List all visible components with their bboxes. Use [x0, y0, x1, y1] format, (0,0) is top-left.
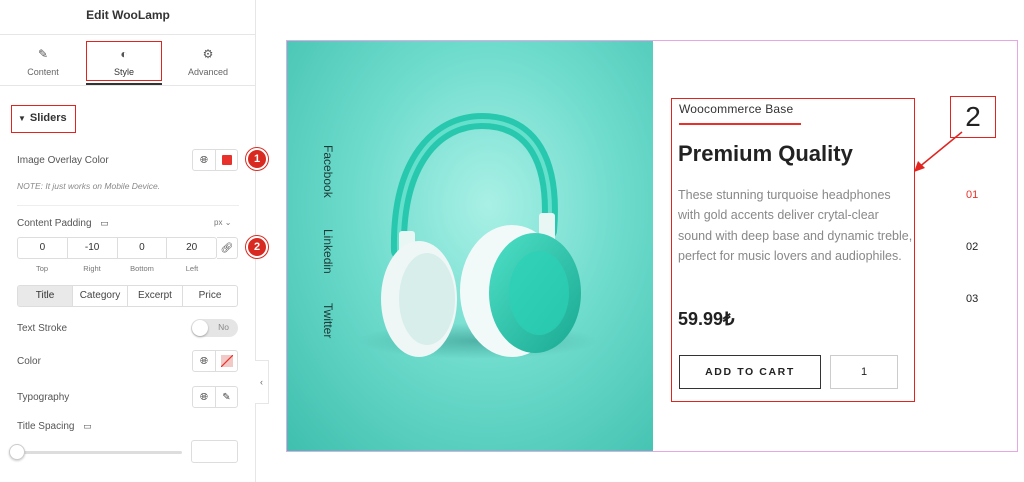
pager-item-03[interactable]: 03 [966, 293, 978, 305]
toggle-text: No [218, 322, 229, 332]
segment-price[interactable]: Price [182, 286, 237, 306]
tab-content[interactable]: ✎ Content [3, 35, 83, 85]
edit-pencil-icon[interactable]: ✎ [215, 387, 237, 407]
title-spacing-input[interactable] [191, 440, 238, 463]
pencil-icon: ✎ [37, 47, 49, 61]
facebook-link[interactable]: Facebook [321, 145, 335, 198]
padding-top-label: Top [35, 264, 49, 273]
headphones-illustration [357, 112, 597, 359]
padding-right-label: Right [83, 264, 101, 273]
chevron-left-icon: ‹ [260, 377, 263, 387]
divider [17, 205, 239, 206]
padding-left-input[interactable]: 20 [166, 238, 216, 258]
tab-advanced-label: Advanced [187, 67, 229, 77]
no-color-icon [220, 355, 233, 367]
color-control: 🌐︎ [192, 350, 238, 372]
title-spacing-slider-track[interactable] [17, 451, 182, 454]
tab-content-label: Content [27, 67, 59, 77]
product-image: Facebook Linkedin Twitter [287, 41, 653, 451]
preview-canvas: Facebook Linkedin Twitter Woocommerce Ba… [286, 40, 1018, 452]
tab-advanced[interactable]: ⚙ Advanced [168, 35, 248, 85]
link-icon: 🔗︎ [220, 242, 234, 254]
padding-labels: Top Right Bottom Left [17, 264, 217, 273]
sliders-highlight [11, 105, 76, 133]
padding-inputs: 0 -10 0 20 [17, 237, 217, 259]
annotation-badge-2: 2 [246, 236, 268, 258]
padding-bottom-input[interactable]: 0 [116, 238, 167, 258]
title-spacing-slider-handle[interactable] [9, 444, 25, 460]
padding-right-input[interactable]: -10 [66, 238, 117, 258]
panel-title: Edit WooLamp [86, 8, 170, 22]
text-stroke-label: Text Stroke [17, 323, 68, 334]
editor-panel: Edit WooLamp ✎ Content ◐ Style ⚙ Advance… [0, 0, 268, 482]
overlay-color-swatch[interactable] [215, 150, 237, 170]
annotation-arrow [914, 131, 963, 172]
title-spacing-text: Title Spacing [17, 421, 75, 432]
globe-icon[interactable]: 🌐︎ [193, 150, 215, 170]
collapse-panel-button[interactable]: ‹ [255, 360, 269, 404]
mobile-note: NOTE: It just works on Mobile Device. [17, 181, 161, 191]
padding-unit-select[interactable]: px ⌄ [214, 218, 231, 227]
element-selector: Title Category Excerpt Price [17, 285, 238, 307]
active-tab-indicator [86, 83, 162, 85]
padding-bottom-label: Bottom [130, 264, 154, 273]
padding-top-input[interactable]: 0 [18, 238, 67, 258]
typography-label: Typography [17, 392, 70, 403]
gear-icon: ⚙ [202, 47, 214, 61]
content-padding-label: Content Padding ▭ [17, 218, 109, 229]
text-stroke-toggle[interactable]: No [191, 319, 238, 337]
link-values-button[interactable]: 🔗︎ [217, 237, 238, 259]
chevron-down-icon: ⌄ [224, 218, 232, 227]
desktop-icon[interactable]: ▭ [83, 421, 92, 431]
toggle-knob [192, 320, 208, 336]
content-annotation-box [671, 98, 915, 402]
segment-excerpt[interactable]: Excerpt [127, 286, 182, 306]
title-spacing-label: Title Spacing ▭ [17, 421, 92, 432]
content-padding-text: Content Padding [17, 218, 92, 229]
no-color-swatch[interactable] [215, 351, 237, 371]
segment-title[interactable]: Title [18, 286, 72, 306]
overlay-color-control: 🌐︎ [192, 149, 238, 171]
pager-item-01[interactable]: 01 [966, 189, 978, 201]
image-overlay-label: Image Overlay Color [17, 155, 109, 166]
linkedin-link[interactable]: Linkedin [321, 229, 335, 274]
desktop-icon[interactable]: ▭ [100, 218, 109, 228]
color-label: Color [17, 356, 41, 367]
padding-left-label: Left [185, 264, 199, 273]
pager-item-02[interactable]: 02 [966, 241, 978, 253]
globe-icon[interactable]: 🌐︎ [193, 387, 215, 407]
style-tab-highlight [86, 41, 162, 81]
typography-control: 🌐︎ ✎ [192, 386, 238, 408]
globe-icon[interactable]: 🌐︎ [193, 351, 215, 371]
segment-category[interactable]: Category [72, 286, 127, 306]
annotation-badge-1: 1 [246, 148, 268, 170]
twitter-link[interactable]: Twitter [321, 303, 335, 338]
padding-unit: px [214, 218, 223, 227]
